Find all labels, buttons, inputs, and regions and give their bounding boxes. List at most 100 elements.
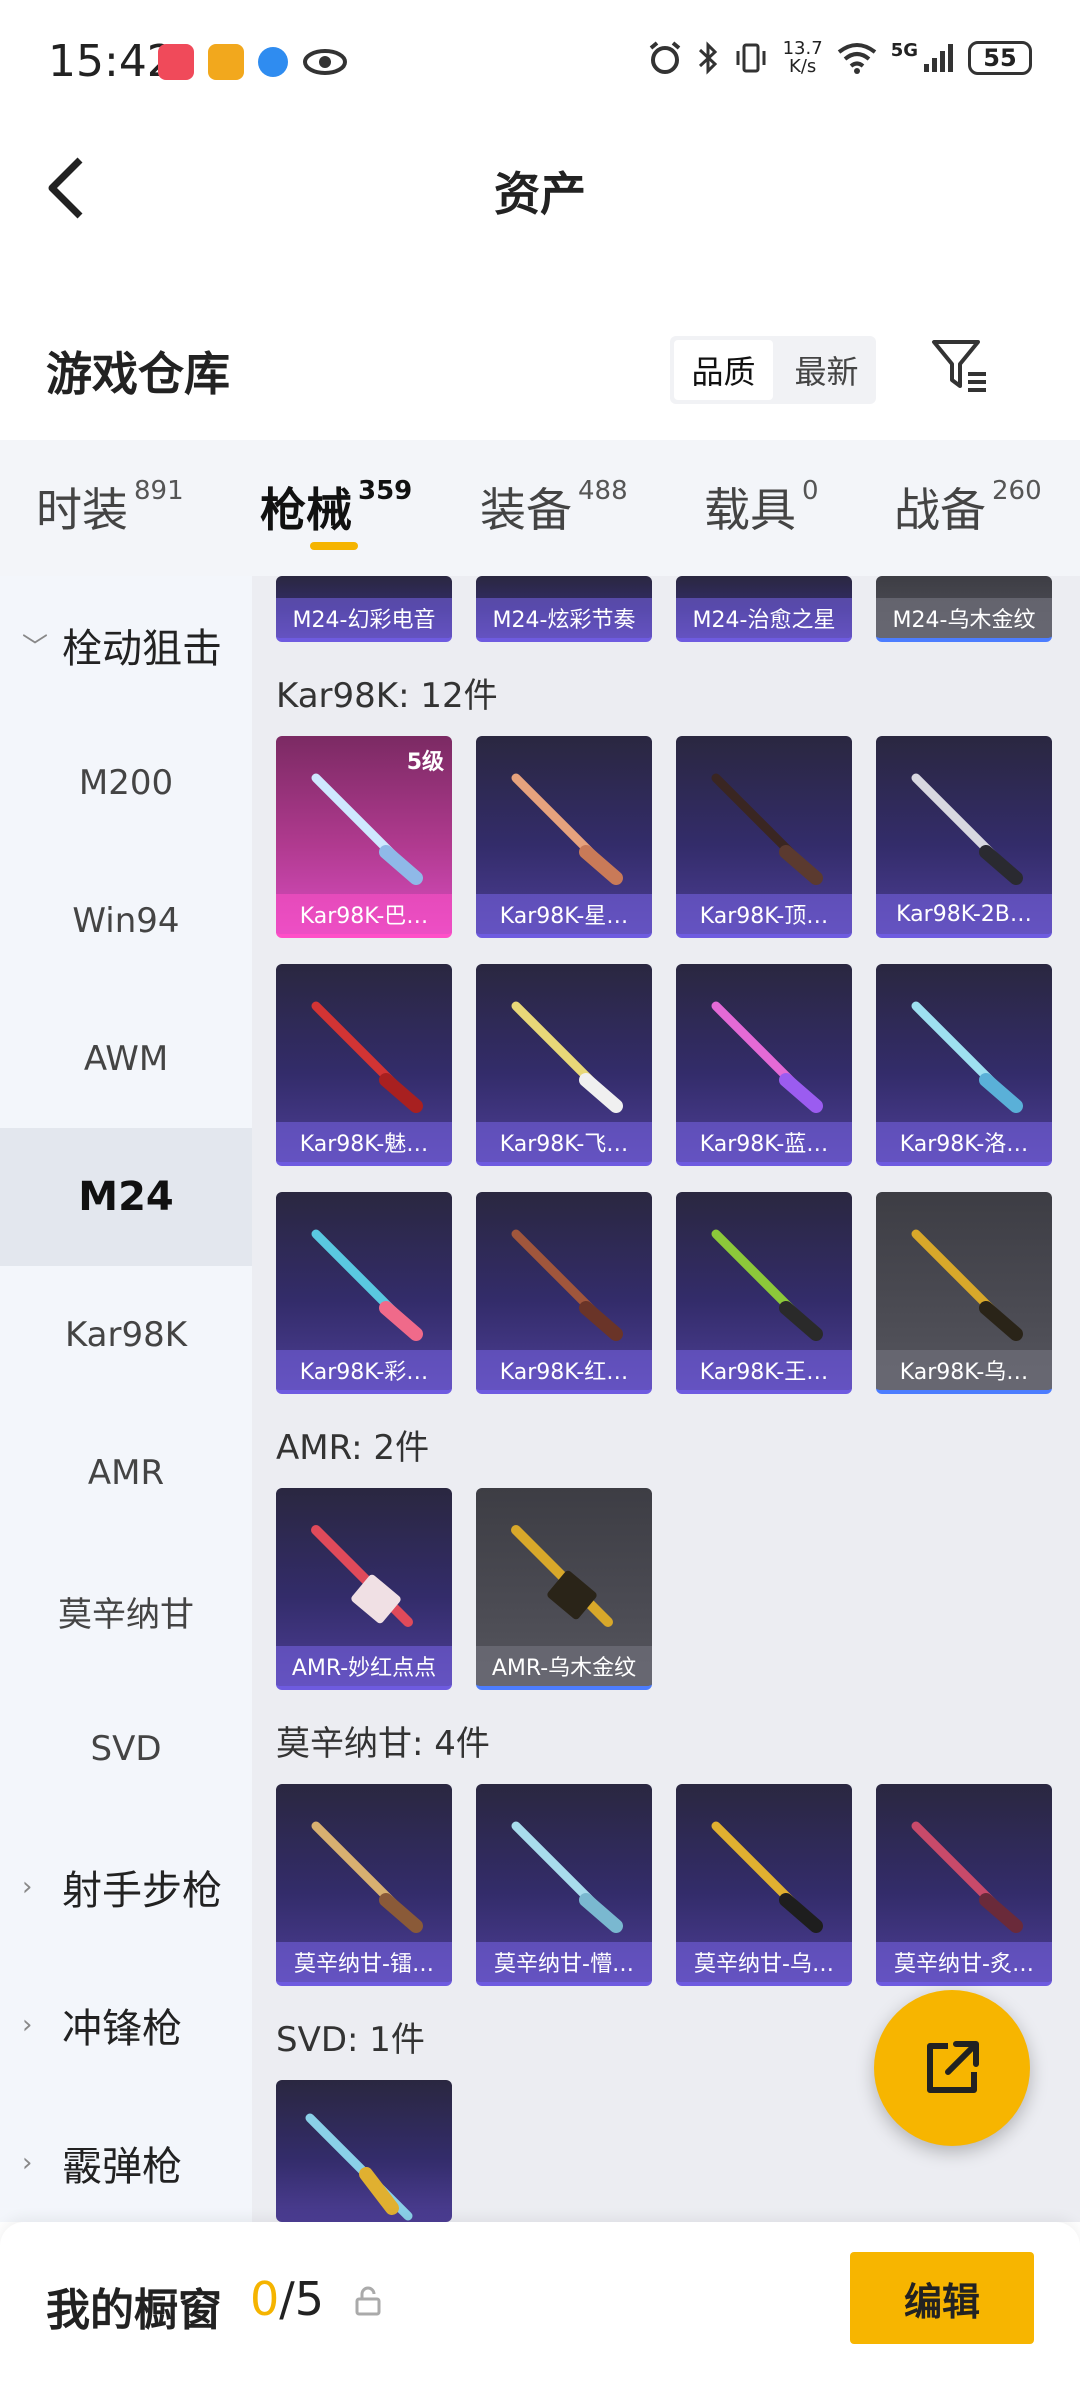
skin-name: Kar98K-飞… [476, 1122, 652, 1162]
skin-name: Kar98K-顶… [676, 894, 852, 934]
rifle-icon [511, 1001, 623, 1113]
tab-guns[interactable]: 枪械 359 [260, 474, 412, 540]
skin-card[interactable]: M24-炫彩节奏 [476, 576, 652, 642]
sidebar-group-shotgun[interactable]: › 霰弹枪 [0, 2094, 252, 2232]
tab-vehicles[interactable]: 载具 0 [704, 474, 819, 540]
skin-card[interactable]: Kar98K-魅… [276, 964, 452, 1166]
sidebar-item-svd[interactable]: SVD [0, 1680, 252, 1818]
skin-name: Kar98K-巴… [276, 894, 452, 934]
tab-label: 装备 [480, 483, 572, 537]
skin-card[interactable]: AMR-妙红点点 [276, 1488, 452, 1690]
sidebar-item-awm[interactable]: AWM [0, 990, 252, 1128]
skin-name: Kar98K-乌… [876, 1350, 1052, 1390]
chevron-right-icon: › [22, 2148, 33, 2178]
tab-count: 359 [358, 476, 413, 506]
sidebar-group-label: 射手步枪 [62, 1868, 222, 1914]
skin-name: Kar98K-王… [676, 1350, 852, 1390]
showcase-bar: 我的橱窗 0/5 编辑 [0, 2222, 1080, 2382]
skin-card[interactable]: 5级 Kar98K-巴… [276, 736, 452, 938]
sidebar-item-m200[interactable]: M200 [0, 714, 252, 852]
skin-card[interactable]: 莫辛纳甘-炙… [876, 1784, 1052, 1986]
sort-quality-button[interactable]: 品质 [674, 340, 773, 400]
skin-card[interactable]: Kar98K-红… [476, 1192, 652, 1394]
section-title-svd: SVD: 1件 [276, 2020, 425, 2060]
skin-card[interactable]: Kar98K-彩… [276, 1192, 452, 1394]
wifi-icon [837, 43, 876, 74]
skin-card[interactable]: Kar98K-星… [476, 736, 652, 938]
active-tab-indicator [310, 542, 358, 550]
filter-button[interactable] [928, 334, 992, 398]
skin-card[interactable] [276, 2080, 452, 2222]
section-title-mosin: 莫辛纳甘: 4件 [276, 1724, 490, 1764]
skin-card[interactable]: Kar98K-王… [676, 1192, 852, 1394]
warehouse-title: 游戏仓库 [46, 347, 230, 401]
notification-icons [158, 44, 348, 80]
skin-card[interactable]: AMR-乌木金纹 [476, 1488, 652, 1690]
section-title-amr: AMR: 2件 [276, 1428, 430, 1468]
skin-name: M24-幻彩电音 [276, 598, 452, 638]
skin-name: M24-炫彩节奏 [476, 598, 652, 638]
lock-icon [355, 2286, 381, 2316]
skin-name: Kar98K-蓝… [676, 1122, 852, 1162]
sort-newest-button[interactable]: 最新 [777, 336, 876, 404]
tab-count: 0 [802, 476, 819, 506]
sidebar-item-kar98k[interactable]: Kar98K [0, 1266, 252, 1404]
skin-card[interactable]: M24-幻彩电音 [276, 576, 452, 642]
level-badge: 5级 [406, 750, 444, 775]
skin-card[interactable]: 莫辛纳甘-镭… [276, 1784, 452, 1986]
skin-name: M24-乌木金纹 [876, 598, 1052, 638]
rifle-icon [311, 1525, 413, 1627]
warehouse-header: 游戏仓库 品质 最新 [0, 320, 1080, 440]
sidebar-group-marksman[interactable]: › 射手步枪 [0, 1818, 252, 1956]
net-speed: 13.7 K/s [783, 40, 823, 76]
skin-card[interactable]: M24-治愈之星 [676, 576, 852, 642]
rifle-icon [711, 1001, 823, 1113]
skin-name: M24-治愈之星 [676, 598, 852, 638]
sidebar-item-m24[interactable]: M24 [0, 1128, 252, 1266]
tab-equipment[interactable]: 装备 488 [480, 474, 628, 540]
sidebar-item-amr[interactable]: AMR [0, 1404, 252, 1542]
status-bar: 15:42 13.7 K/s 5G 55 [0, 0, 1080, 120]
tab-gear[interactable]: 战备 260 [894, 474, 1042, 540]
rifle-icon [511, 1229, 623, 1341]
sidebar-group-bolt-sniper[interactable]: ﹀ 栓动狙击 [0, 576, 252, 714]
skin-card[interactable]: M24-乌木金纹 [876, 576, 1052, 642]
tab-fashion[interactable]: 时装 891 [36, 474, 184, 540]
sidebar-group-label: 冲锋枪 [62, 2006, 182, 2052]
red-app-icon [158, 44, 194, 80]
share-button[interactable] [874, 1990, 1030, 2146]
chevron-right-icon: › [22, 2010, 33, 2040]
blue-app-icon [258, 47, 288, 77]
rifle-icon [911, 773, 1023, 885]
section-title-kar98k: Kar98K: 12件 [276, 676, 498, 716]
skin-card[interactable]: Kar98K-蓝… [676, 964, 852, 1166]
sort-toggle: 品质 最新 [670, 336, 876, 404]
rifle-icon [511, 1821, 623, 1933]
sidebar-item-mosin[interactable]: 莫辛纳甘 [0, 1542, 252, 1680]
rifle-icon [311, 1001, 423, 1113]
signal-icon [924, 44, 953, 72]
app-header: 资产 [0, 120, 1080, 260]
skin-card[interactable]: Kar98K-顶… [676, 736, 852, 938]
showcase-total: /5 [279, 2272, 325, 2326]
showcase-count: 0/5 [250, 2272, 324, 2326]
tab-count: 488 [578, 476, 628, 506]
system-indicators: 13.7 K/s 5G 55 [647, 40, 1032, 76]
skin-card[interactable]: Kar98K-乌… [876, 1192, 1052, 1394]
skin-card[interactable]: Kar98K-飞… [476, 964, 652, 1166]
sidebar-item-win94[interactable]: Win94 [0, 852, 252, 990]
alarm-icon [649, 41, 680, 74]
skin-card[interactable]: 莫辛纳甘-懵… [476, 1784, 652, 1986]
rifle-icon [711, 1821, 823, 1933]
skin-card[interactable]: Kar98K-2B… [876, 736, 1052, 938]
sidebar-group-smg[interactable]: › 冲锋枪 [0, 1956, 252, 2094]
tab-label: 载具 [704, 483, 796, 537]
skin-card[interactable]: 莫辛纳甘-乌… [676, 1784, 852, 1986]
skin-card[interactable]: Kar98K-洛… [876, 964, 1052, 1166]
filter-icon [932, 340, 986, 392]
bluetooth-icon [698, 41, 717, 75]
rifle-icon [911, 1821, 1023, 1933]
edit-button[interactable]: 编辑 [850, 2252, 1034, 2344]
network-type: 5G [890, 40, 918, 61]
showcase-current: 0 [250, 2272, 280, 2326]
